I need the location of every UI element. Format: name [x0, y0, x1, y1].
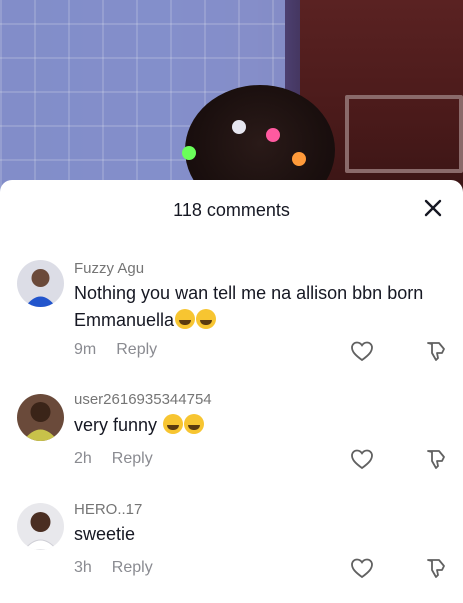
comment-text-content: very funny [74, 415, 158, 435]
dislike-icon[interactable] [424, 556, 448, 580]
comment-time: 3h [74, 559, 92, 576]
laughing-emoji-icon [196, 309, 217, 329]
grinning-squinting-emoji-icon [184, 414, 205, 434]
rolling-laughing-emoji-icon [163, 414, 184, 434]
door-panel [345, 95, 463, 173]
sheet-header: 118 comments [0, 180, 463, 238]
avatar[interactable] [17, 503, 64, 550]
video-background [0, 0, 463, 195]
heart-icon[interactable] [350, 448, 374, 470]
laughing-emoji-icon [175, 309, 196, 329]
comments-sheet: 118 comments Fuzzy Agu Nothing you wan t… [0, 180, 463, 603]
comment-text: sweetie [74, 521, 434, 548]
close-icon[interactable] [419, 194, 447, 222]
comment-meta: 9m Reply [74, 341, 157, 359]
hair-clip [292, 152, 306, 166]
comment-username[interactable]: HERO..17 [74, 501, 142, 518]
hair-clip [232, 120, 246, 134]
avatar[interactable] [17, 260, 64, 307]
comment-time: 9m [74, 341, 97, 358]
comment-text: Nothing you wan tell me na allison bbn b… [74, 280, 434, 334]
dislike-icon[interactable] [424, 447, 448, 471]
hair-clip [266, 128, 280, 142]
comment-username[interactable]: user2616935344754 [74, 391, 212, 408]
comment-count: 118 comments [173, 200, 290, 220]
comment-username[interactable]: Fuzzy Agu [74, 260, 144, 277]
heart-icon[interactable] [350, 340, 374, 362]
hair-clip [182, 146, 196, 160]
heart-icon[interactable] [350, 557, 374, 579]
reply-button[interactable]: Reply [112, 559, 153, 576]
comment-time: 2h [74, 450, 92, 467]
comment-meta: 3h Reply [74, 559, 153, 577]
comment-text-content: sweetie [74, 524, 136, 544]
comment-text: very funny [74, 412, 434, 439]
reply-button[interactable]: Reply [116, 341, 157, 358]
reply-button[interactable]: Reply [112, 450, 153, 467]
comment-meta: 2h Reply [74, 450, 153, 468]
avatar[interactable] [17, 394, 64, 441]
comment-text-content: Nothing you wan tell me na allison bbn b… [74, 283, 424, 330]
dislike-icon[interactable] [424, 339, 448, 363]
